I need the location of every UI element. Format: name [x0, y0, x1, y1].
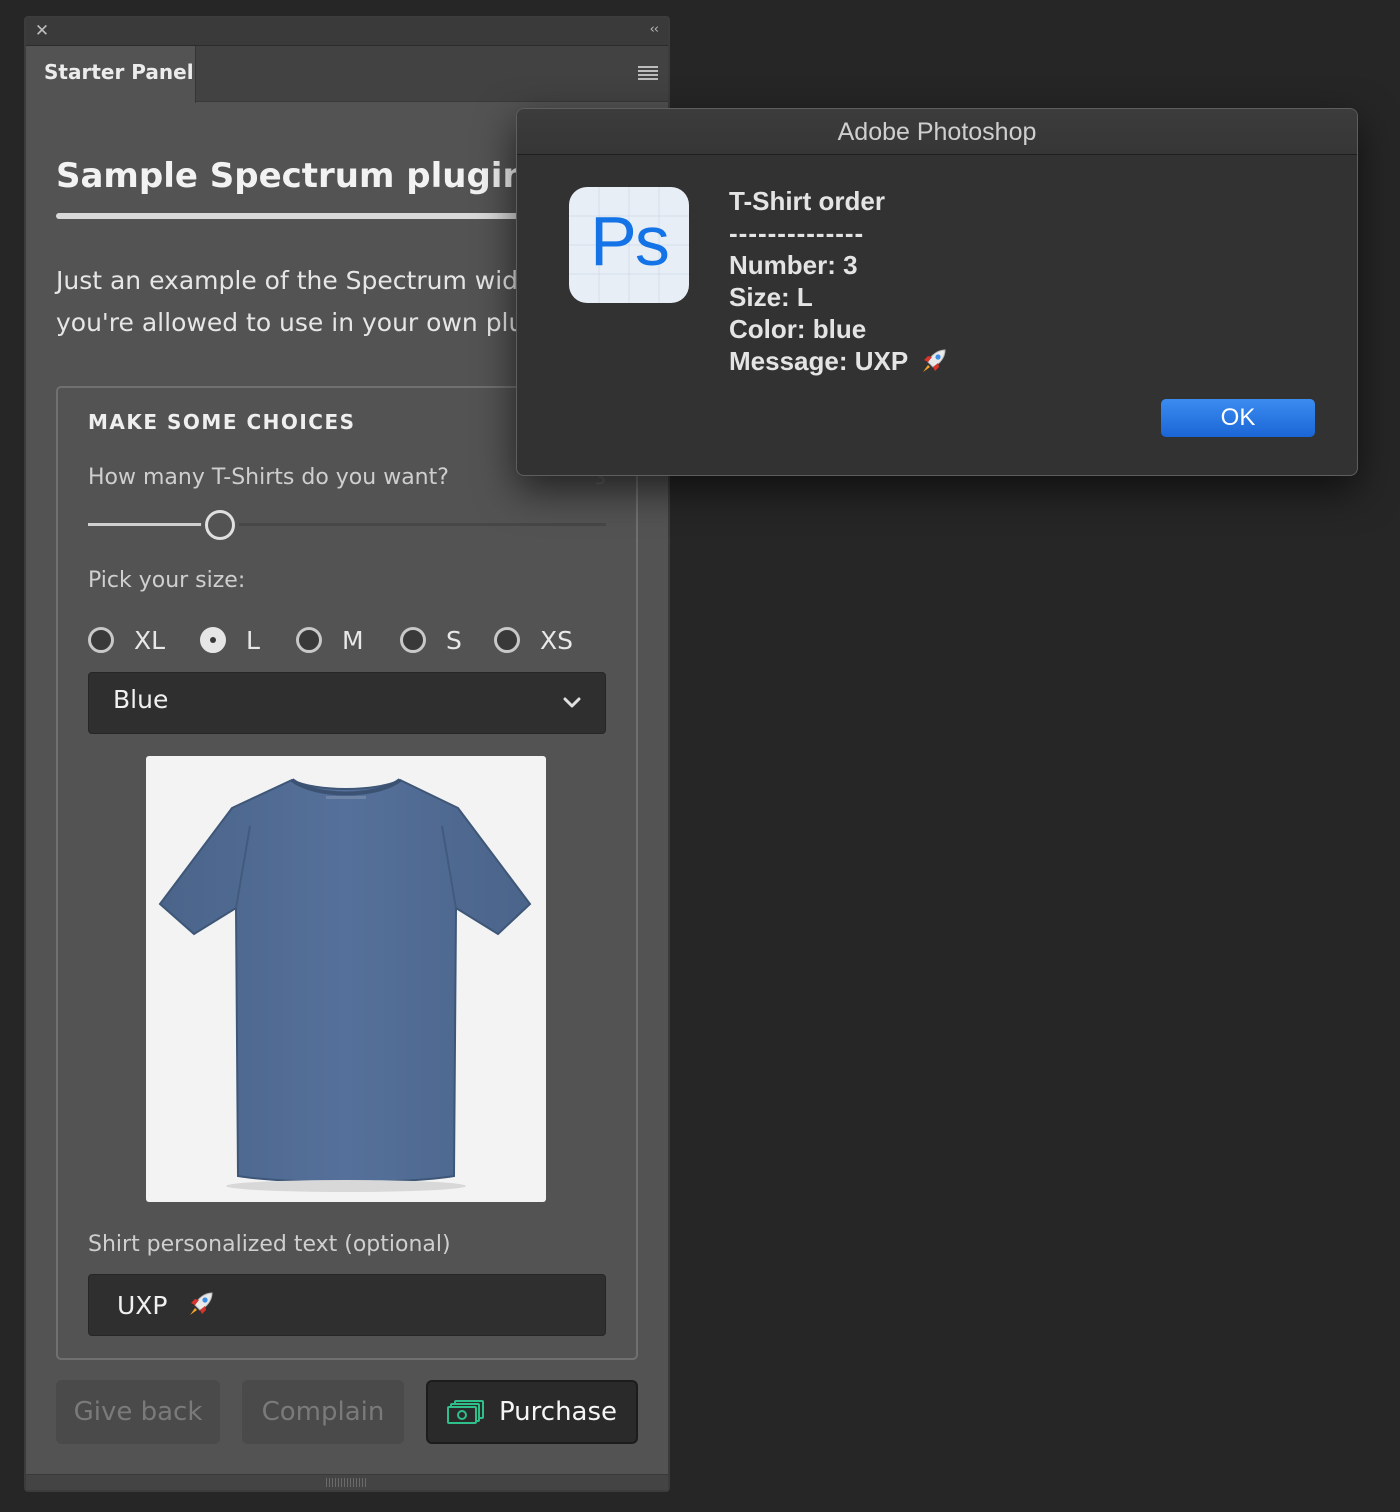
grip-icon[interactable] — [326, 1478, 366, 1487]
quantity-slider[interactable] — [88, 510, 606, 540]
radio-size-xl[interactable]: XL — [88, 622, 165, 658]
dialog-title: Adobe Photoshop — [837, 118, 1037, 146]
radio-button[interactable] — [200, 627, 226, 653]
menu-icon[interactable] — [638, 66, 658, 80]
order-size: Size: L — [729, 282, 813, 312]
ok-button[interactable]: OK — [1161, 399, 1315, 437]
rocket-icon — [923, 349, 946, 372]
color-picker[interactable]: Blue — [88, 672, 606, 734]
order-message: Message: UXP — [729, 346, 909, 376]
dialog-titlebar: Adobe Photoshop — [517, 109, 1357, 155]
radio-label: XL — [134, 625, 166, 655]
button-label: Give back — [73, 1397, 203, 1427]
chevron-down-icon — [563, 697, 581, 708]
radio-label: S — [446, 625, 462, 655]
personalized-text-input[interactable]: UXP — [88, 1274, 606, 1336]
radio-button[interactable] — [494, 627, 520, 653]
order-message-row: Message: UXP — [729, 345, 950, 377]
radio-size-m[interactable]: M — [296, 622, 364, 658]
size-radio-group: XL L M S XS — [88, 622, 608, 658]
radio-button[interactable] — [400, 627, 426, 653]
personalized-text-label: Shirt personalized text (optional) — [88, 1232, 451, 1257]
radio-label: XS — [540, 625, 573, 655]
tab-label: Starter Panel — [44, 60, 194, 84]
radio-size-xs[interactable]: XS — [494, 622, 573, 658]
panel-footer — [26, 1474, 668, 1490]
radio-button[interactable] — [296, 627, 322, 653]
choices-section: MAKE SOME CHOICES How many T-Shirts do y… — [56, 386, 638, 1360]
radio-size-s[interactable]: S — [400, 622, 462, 658]
give-back-button[interactable]: Give back — [56, 1380, 220, 1444]
radio-size-l[interactable]: L — [200, 622, 260, 658]
app-icon-label: Ps — [590, 202, 670, 280]
slider-handle[interactable] — [205, 510, 235, 540]
panel-tab-strip: Starter Panel — [26, 46, 668, 103]
rocket-icon — [190, 1292, 213, 1315]
button-label: Complain — [261, 1397, 385, 1427]
tshirt-illustration — [158, 778, 532, 1192]
purchase-button[interactable]: Purchase — [426, 1380, 638, 1444]
order-heading: T-Shirt order — [729, 186, 886, 216]
alert-dialog: Adobe Photoshop Ps T-Shirt order -------… — [516, 108, 1358, 476]
picker-value: Blue — [113, 685, 169, 714]
dialog-message: T-Shirt order -------------- Number: 3 S… — [729, 185, 950, 377]
order-separator: -------------- — [729, 218, 865, 248]
slider-label: How many T-Shirts do you want? — [88, 465, 449, 490]
text-input-value: UXP — [117, 1291, 168, 1320]
slider-fill — [88, 523, 205, 526]
size-label: Pick your size: — [88, 568, 246, 593]
order-number: Number: 3 — [729, 250, 858, 280]
money-icon — [446, 1399, 485, 1425]
panel-header-bar: ✕ ‹‹ — [26, 18, 668, 46]
radio-label: M — [342, 625, 364, 655]
radio-button[interactable] — [88, 627, 114, 653]
tshirt-image — [146, 756, 546, 1202]
radio-label: L — [246, 625, 260, 655]
close-icon[interactable]: ✕ — [34, 23, 50, 40]
photoshop-app-icon: Ps — [569, 187, 689, 303]
button-label: Purchase — [498, 1397, 618, 1427]
page-title: Sample Spectrum plugin — [56, 156, 527, 196]
ok-button-label: OK — [1220, 404, 1256, 431]
complain-button[interactable]: Complain — [242, 1380, 404, 1444]
tab-starter-panel[interactable]: Starter Panel — [26, 46, 196, 103]
order-color: Color: blue — [729, 314, 867, 344]
choices-heading: MAKE SOME CHOICES — [88, 410, 356, 434]
collapse-icon[interactable]: ‹‹ — [650, 22, 659, 37]
